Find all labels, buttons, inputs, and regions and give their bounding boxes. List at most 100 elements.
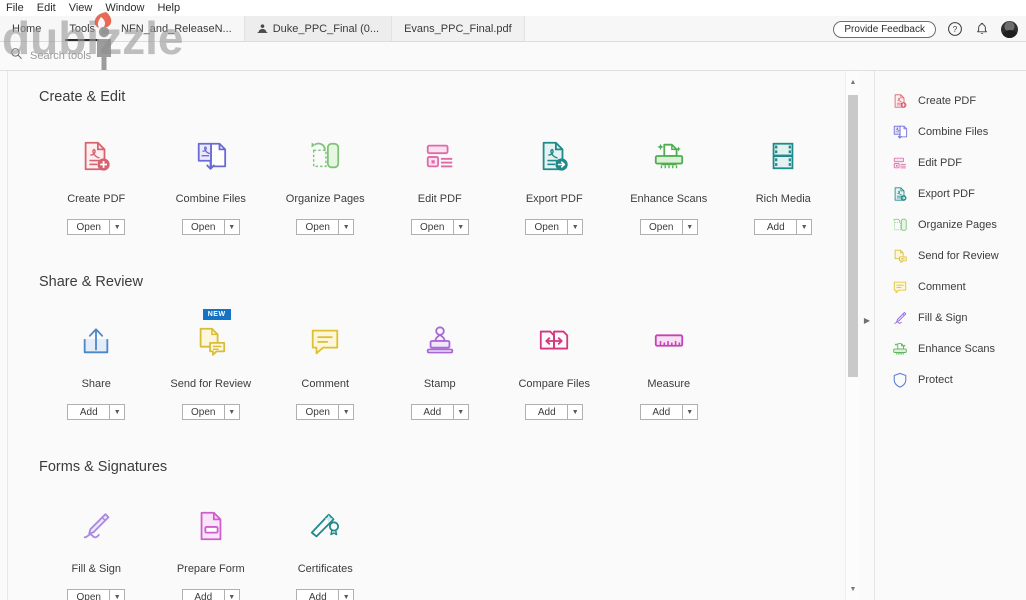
tool-card-combine-files[interactable]: Combine Files Open ▼ [154, 133, 269, 235]
help-circle-icon[interactable]: ? [947, 21, 963, 37]
tool-action-button-group[interactable]: Open ▼ [296, 219, 355, 235]
chevron-down-icon[interactable]: ▼ [109, 404, 126, 420]
tool-label: Organize Pages [285, 193, 365, 205]
tool-action-button[interactable]: Open [67, 589, 110, 600]
menu-item-help[interactable]: Help [157, 0, 180, 16]
chevron-down-icon[interactable]: ▼ [109, 219, 126, 235]
chevron-down-icon[interactable]: ▼ [452, 219, 469, 235]
tool-action-button[interactable]: Add [67, 404, 110, 420]
tool-action-button-group[interactable]: Open ▼ [525, 219, 584, 235]
tool-card-enhance-scans[interactable]: Enhance Scans Open ▼ [612, 133, 727, 235]
sidebar-item-create-pdf[interactable]: Create PDF [875, 85, 1026, 116]
tool-card-organize-pages[interactable]: Organize Pages Open ▼ [268, 133, 383, 235]
tool-action-button[interactable]: Add [525, 404, 568, 420]
menu-item-window[interactable]: Window [105, 0, 144, 16]
tab-nfn[interactable]: NFN_and_ReleaseN... [109, 16, 245, 41]
chevron-down-icon[interactable]: ▼ [223, 404, 240, 420]
tool-action-button-group[interactable]: Open ▼ [410, 219, 469, 235]
tool-action-button[interactable]: Open [296, 219, 339, 235]
sidebar-item-edit-pdf[interactable]: Edit PDF [875, 147, 1026, 178]
sidebar-item-comment[interactable]: Comment [875, 271, 1026, 302]
chevron-down-icon[interactable]: ▼ [681, 404, 698, 420]
chevron-down-icon[interactable]: ▼ [338, 589, 355, 600]
tool-action-button[interactable]: Add [410, 404, 453, 420]
chevron-down-icon[interactable]: ▼ [567, 404, 584, 420]
tab-duke[interactable]: Duke_PPC_Final (0... [244, 16, 393, 41]
tool-card-measure[interactable]: Measure Add ▼ [612, 318, 727, 420]
search-input[interactable]: Search tools [10, 47, 91, 65]
tool-card-stamp[interactable]: Stamp Add ▼ [383, 318, 498, 420]
tool-action-button[interactable]: Add [296, 589, 339, 600]
chevron-down-icon[interactable]: ▼ [109, 589, 126, 600]
tool-card-send-for-review[interactable]: NEW Send for Review Open ▼ [154, 309, 269, 420]
tab-evans[interactable]: Evans_PPC_Final.pdf [392, 16, 525, 41]
tool-card-rich-media[interactable]: Rich Media Add ▼ [726, 133, 841, 235]
sidebar-item-organize-pages[interactable]: Organize Pages [875, 209, 1026, 240]
menu-item-view[interactable]: View [69, 0, 93, 16]
prepare-form-icon [194, 503, 228, 549]
tool-action-button-group[interactable]: Add ▼ [181, 589, 240, 600]
tool-action-button[interactable]: Add [181, 589, 224, 600]
chevron-down-icon[interactable]: ▼ [223, 589, 240, 600]
tool-card-comment[interactable]: Comment Open ▼ [268, 318, 383, 420]
chevron-down-icon[interactable]: ▼ [567, 219, 584, 235]
tool-action-button-group[interactable]: Add ▼ [410, 404, 469, 420]
tool-card-edit-pdf[interactable]: Edit PDF Open ▼ [383, 133, 498, 235]
tool-card-create-pdf[interactable]: Create PDF Open ▼ [39, 133, 154, 235]
tool-action-button-group[interactable]: Open ▼ [181, 219, 240, 235]
sidebar-item-combine-files[interactable]: Combine Files [875, 116, 1026, 147]
tool-card-prepare-form[interactable]: Prepare Form Add ▼ [154, 503, 269, 600]
tool-action-button-group[interactable]: Open ▼ [639, 219, 698, 235]
scrollbar-thumb[interactable] [848, 95, 858, 377]
tool-action-button-group[interactable]: Open ▼ [67, 589, 126, 600]
tool-card-share[interactable]: Share Add ▼ [39, 318, 154, 420]
tool-action-button-group[interactable]: Open ▼ [67, 219, 126, 235]
tool-action-button-group[interactable]: Open ▼ [181, 404, 240, 420]
tool-action-button-group[interactable]: Add ▼ [639, 404, 698, 420]
tool-action-button-group[interactable]: Add ▼ [67, 404, 126, 420]
chevron-down-icon[interactable]: ▼ [223, 219, 240, 235]
tab-tools[interactable]: Tools [55, 16, 110, 41]
chevron-down-icon[interactable]: ▼ [452, 404, 469, 420]
tool-card-export-pdf[interactable]: Export PDF Open ▼ [497, 133, 612, 235]
tool-action-button-group[interactable]: Add ▼ [525, 404, 584, 420]
tool-card-certificates[interactable]: Certificates Add ▼ [268, 503, 383, 600]
tab-home[interactable]: Home [0, 16, 56, 41]
panel-collapse-toggle[interactable]: ▶ [861, 313, 873, 327]
tool-action-button-group[interactable]: Add ▼ [754, 219, 813, 235]
scroll-down-button[interactable]: ▼ [846, 582, 860, 596]
tool-card-compare-files[interactable]: Compare Files Add ▼ [497, 318, 612, 420]
tool-action-button[interactable]: Open [181, 404, 224, 420]
menu-item-file[interactable]: File [6, 0, 24, 16]
user-avatar[interactable] [1001, 20, 1018, 38]
scroll-up-button[interactable]: ▲ [846, 75, 860, 89]
tool-action-button[interactable]: Add [754, 219, 797, 235]
provide-feedback-button[interactable]: Provide Feedback [833, 20, 936, 38]
sidebar-item-enhance-scans[interactable]: Enhance Scans [875, 333, 1026, 364]
chevron-down-icon[interactable]: ▼ [338, 219, 355, 235]
tool-action-button[interactable]: Open [410, 219, 453, 235]
content-scrollbar[interactable]: ▲ ▼ [845, 71, 859, 600]
tool-action-button[interactable]: Open [181, 219, 224, 235]
tool-action-button[interactable]: Open [296, 404, 339, 420]
tool-action-button-group[interactable]: Add ▼ [296, 589, 355, 600]
chevron-down-icon[interactable]: ▼ [796, 219, 813, 235]
notification-bell-icon[interactable] [974, 21, 990, 37]
tool-card-fill-sign[interactable]: Fill & Sign Open ▼ [39, 503, 154, 600]
shared-user-icon [257, 23, 268, 34]
tool-action-button[interactable]: Add [639, 404, 682, 420]
tool-action-button[interactable]: Open [525, 219, 568, 235]
tool-label: Enhance Scans [630, 193, 708, 205]
menu-item-edit[interactable]: Edit [37, 0, 56, 16]
sidebar-item-export-pdf[interactable]: Export PDF [875, 178, 1026, 209]
sidebar-item-protect[interactable]: Protect [875, 364, 1026, 395]
comment-icon [308, 318, 342, 364]
sidebar-item-fill-sign[interactable]: Fill & Sign [875, 302, 1026, 333]
tool-action-button-group[interactable]: Open ▼ [296, 404, 355, 420]
chevron-down-icon[interactable]: ▼ [338, 404, 355, 420]
chevron-down-icon[interactable]: ▼ [681, 219, 698, 235]
sidebar-item-send-for-review[interactable]: Send for Review [875, 240, 1026, 271]
tool-action-button[interactable]: Open [67, 219, 110, 235]
tool-action-button[interactable]: Open [639, 219, 682, 235]
tab-tools-label: Tools [69, 22, 96, 35]
